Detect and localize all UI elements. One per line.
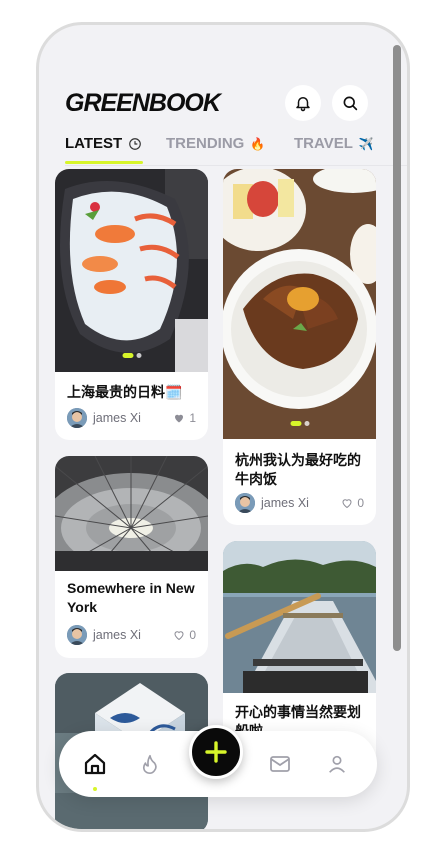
nav-trending[interactable]: [137, 751, 163, 777]
post-card[interactable]: 杭州我认为最好吃的牛肉饭 james Xi 0: [223, 169, 376, 525]
clock-icon: [129, 137, 142, 150]
flame-icon: [142, 754, 157, 774]
header: GREENBOOK: [65, 85, 385, 125]
heart-filled-icon: [175, 414, 184, 423]
airplane-icon: ✈️: [358, 136, 374, 151]
nav-home[interactable]: [82, 751, 108, 777]
mail-icon: [270, 756, 290, 772]
post-card[interactable]: Somewhere in New York james Xi 0: [55, 456, 208, 658]
carousel-dots: [290, 421, 309, 426]
post-title: 杭州我认为最好吃的牛肉饭: [235, 452, 361, 487]
post-photo-glass-dome: [55, 456, 208, 571]
avatar: [67, 408, 87, 428]
author-name: james Xi: [261, 496, 309, 510]
active-tab-indicator: [65, 161, 143, 164]
add-post-button[interactable]: [189, 725, 243, 779]
author-name: james Xi: [93, 411, 141, 425]
tab-latest[interactable]: LATEST: [65, 135, 142, 152]
active-nav-indicator: [93, 787, 97, 791]
post-photo-rowing-boat: [223, 541, 376, 693]
app-logo: GREENBOOK: [65, 89, 221, 117]
post-meta: james Xi 0: [235, 492, 364, 514]
user-icon: [329, 755, 345, 773]
scrollbar[interactable]: [393, 45, 401, 651]
tab-label: LATEST: [65, 135, 123, 152]
home-icon: [84, 753, 106, 775]
post-title: Somewhere in New York: [67, 580, 195, 615]
author-name: james Xi: [93, 628, 141, 642]
tab-travel[interactable]: TRAVEL ✈️: [294, 135, 374, 152]
search-icon: [343, 96, 358, 111]
post-photo-sashimi: [55, 169, 208, 372]
nav-profile[interactable]: [324, 751, 350, 777]
search-button[interactable]: [332, 85, 368, 121]
post-meta: james Xi 0: [67, 624, 196, 646]
post-title: 上海最贵的日料🗓️: [67, 384, 183, 400]
plus-icon: [205, 741, 227, 763]
tab-bar: LATEST TRENDING 🔥 TRAVEL ✈️: [65, 135, 407, 166]
like-count: 0: [357, 496, 364, 510]
tab-label: TRENDING: [166, 135, 245, 152]
post-photo-beef-rice: [223, 169, 376, 439]
like-button[interactable]: 0: [341, 496, 364, 510]
avatar: [67, 625, 87, 645]
tab-label: TRAVEL: [294, 135, 353, 152]
tab-trending[interactable]: TRENDING 🔥: [166, 135, 265, 152]
like-button[interactable]: 0: [173, 628, 196, 642]
notifications-button[interactable]: [285, 85, 321, 121]
phone-frame: GREENBOOK LATEST TRENDING 🔥 TRAVEL ✈️ 上海…: [36, 22, 410, 832]
like-button[interactable]: 1: [173, 411, 196, 425]
nav-messages[interactable]: [267, 751, 293, 777]
avatar: [235, 493, 255, 513]
post-card[interactable]: 上海最贵的日料🗓️ james Xi 1: [55, 169, 208, 440]
bell-icon: [296, 97, 310, 112]
like-count: 0: [189, 628, 196, 642]
tab-divider: [65, 165, 407, 166]
like-count: 1: [189, 411, 196, 425]
heart-outline-icon: [174, 631, 184, 641]
carousel-dots: [122, 353, 141, 358]
post-meta: james Xi 1: [67, 407, 196, 429]
heart-outline-icon: [342, 499, 352, 509]
fire-icon: 🔥: [250, 136, 266, 151]
